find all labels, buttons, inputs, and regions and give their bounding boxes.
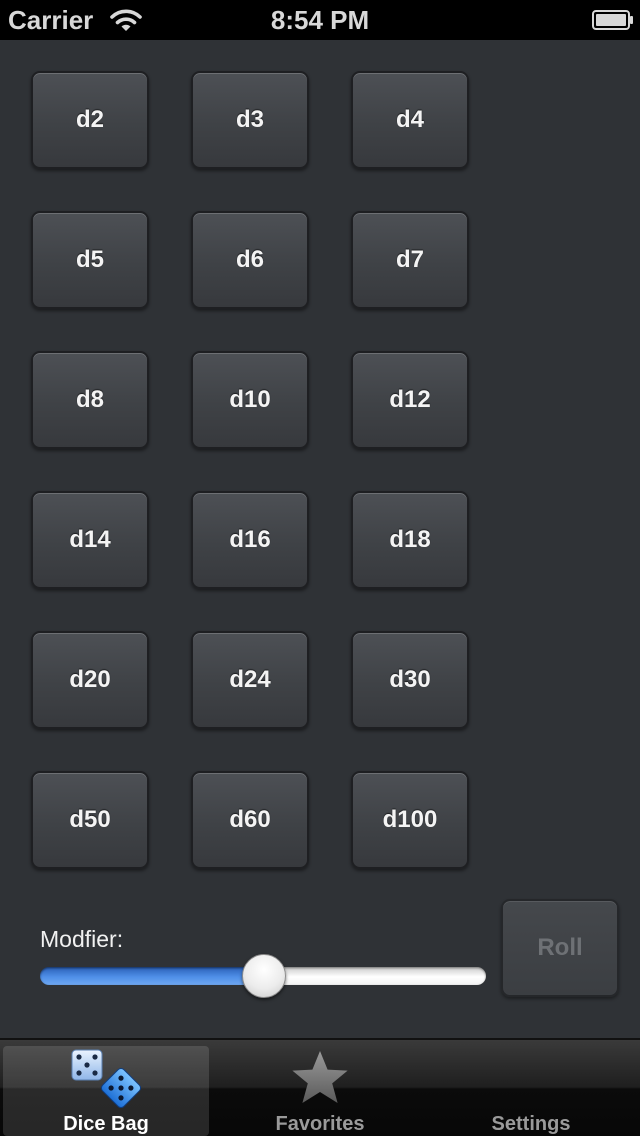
- die-button-d7[interactable]: d7: [351, 211, 469, 309]
- modifier-slider[interactable]: [40, 952, 486, 998]
- die-button-d10[interactable]: d10: [191, 351, 309, 449]
- tab-favorites[interactable]: Favorites: [217, 1046, 423, 1136]
- battery-icon: [592, 10, 633, 30]
- star-icon: [292, 1051, 348, 1103]
- slider-track-empty: [263, 967, 486, 985]
- status-bar: Carrier 8:54 PM: [0, 0, 640, 40]
- roll-button[interactable]: Roll: [501, 899, 619, 997]
- die-button-d3[interactable]: d3: [191, 71, 309, 169]
- modifier-label: Modfier:: [40, 926, 124, 952]
- die-button-d16[interactable]: d16: [191, 491, 309, 589]
- tab-label-favorites: Favorites: [275, 1113, 365, 1135]
- die-button-d18[interactable]: d18: [351, 491, 469, 589]
- tab-dice-bag[interactable]: Dice Bag: [3, 1046, 209, 1136]
- app-screen: Carrier 8:54 PM d2 d3 d4 d5 d6 d7 d8 d10…: [0, 0, 640, 1136]
- die-button-d12[interactable]: d12: [351, 351, 469, 449]
- die-button-d24[interactable]: d24: [191, 631, 309, 729]
- die-button-d50[interactable]: d50: [31, 771, 149, 869]
- die-button-d30[interactable]: d30: [351, 631, 469, 729]
- die-button-d8[interactable]: d8: [31, 351, 149, 449]
- tab-settings[interactable]: Settings: [428, 1046, 634, 1136]
- die-button-d14[interactable]: d14: [31, 491, 149, 589]
- status-time: 8:54 PM: [270, 5, 370, 35]
- tab-bar: Dice Bag Favorites Settings: [0, 1038, 640, 1136]
- dice-grid: d2 d3 d4 d5 d6 d7 d8 d10 d12 d14 d16 d18…: [31, 71, 471, 869]
- slider-thumb[interactable]: [242, 954, 286, 998]
- die-button-d4[interactable]: d4: [351, 71, 469, 169]
- die-button-d100[interactable]: d100: [351, 771, 469, 869]
- die-button-d20[interactable]: d20: [31, 631, 149, 729]
- die-button-d6[interactable]: d6: [191, 211, 309, 309]
- slider-track-filled: [40, 967, 263, 985]
- tab-label-settings: Settings: [491, 1113, 571, 1135]
- die-button-d5[interactable]: d5: [31, 211, 149, 309]
- dice-icon: [71, 1049, 142, 1108]
- tab-label-dice-bag: Dice Bag: [63, 1113, 149, 1135]
- die-button-d60[interactable]: d60: [191, 771, 309, 869]
- die-button-d2[interactable]: d2: [31, 71, 149, 169]
- gear-icon: [501, 1048, 561, 1108]
